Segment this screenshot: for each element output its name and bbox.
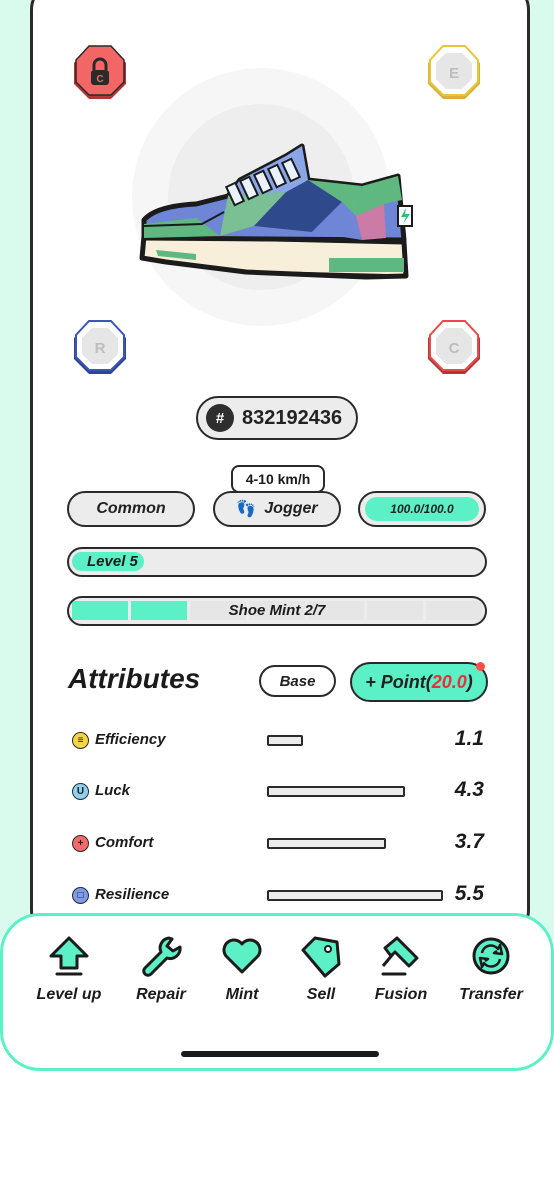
gem-letter: R bbox=[95, 340, 106, 357]
transfer-button[interactable]: Transfer bbox=[443, 934, 539, 1004]
resilience-icon: □ bbox=[72, 887, 89, 904]
action-label: Fusion bbox=[374, 986, 428, 1003]
mint-label: Shoe Mint 2/7 bbox=[228, 602, 326, 619]
sneaker-image bbox=[139, 143, 413, 280]
action-label: Transfer bbox=[459, 986, 523, 1003]
durability-fill: 100.0/100.0 bbox=[365, 497, 479, 521]
attribute-name: Efficiency bbox=[95, 731, 166, 748]
level-label: Level 5 bbox=[87, 553, 138, 570]
point-suffix: ) bbox=[466, 671, 473, 692]
attribute-bar bbox=[267, 890, 443, 901]
shoe-type-badge: 👣 Jogger bbox=[213, 491, 341, 527]
attribute-value: 5.5 bbox=[454, 882, 484, 905]
gem-socket-bottom-right[interactable]: C bbox=[426, 320, 482, 376]
attribute-value: 4.3 bbox=[454, 778, 484, 801]
attribute-row-resilience: □ Resilience 5.5 bbox=[72, 882, 492, 908]
speed-range-tag: 4-10 km/h bbox=[231, 465, 325, 493]
attribute-name: Comfort bbox=[95, 834, 154, 851]
attribute-bar bbox=[267, 786, 405, 797]
lock-icon: C bbox=[74, 45, 126, 99]
gem-socket-icon: R bbox=[74, 320, 126, 374]
attribute-row-efficiency: ≡ Efficiency 1.1 bbox=[72, 727, 492, 753]
gem-socket-bottom-left[interactable]: R bbox=[72, 320, 128, 376]
durability-bar: 100.0/100.0 bbox=[358, 491, 486, 527]
home-indicator bbox=[181, 1051, 379, 1057]
attribute-value: 3.7 bbox=[454, 830, 484, 853]
shoe-id-badge: # 832192436 bbox=[196, 396, 358, 440]
gem-socket-icon: C bbox=[428, 320, 480, 374]
fusion-button[interactable]: Fusion bbox=[353, 934, 449, 1004]
action-label: Level up bbox=[36, 986, 102, 1003]
point-value: 20.0 bbox=[431, 671, 467, 692]
price-tag-icon bbox=[301, 936, 341, 978]
attribute-bar bbox=[267, 735, 303, 746]
gem-socket-top-right[interactable]: E bbox=[426, 45, 482, 101]
add-point-button[interactable]: + Point(20.0) bbox=[350, 662, 488, 702]
rarity-badge: Common bbox=[67, 491, 195, 527]
footprints-icon: 👣 bbox=[236, 501, 257, 518]
luck-icon: U bbox=[72, 783, 89, 800]
hammer-icon bbox=[381, 936, 419, 976]
level-up-button[interactable]: Level up bbox=[21, 934, 117, 1004]
gem-letter: C bbox=[96, 74, 103, 85]
attribute-bar bbox=[267, 838, 386, 849]
shoe-type-label: Jogger bbox=[264, 500, 318, 517]
mint-progress-bar: Shoe Mint 2/7 bbox=[67, 596, 487, 626]
transfer-arrows-icon bbox=[472, 937, 510, 975]
action-bar: Level up Repair Mint Sell Fusion Transfe… bbox=[0, 913, 554, 1071]
attribute-name: Luck bbox=[95, 782, 131, 799]
level-progress-bar: Level 5 bbox=[67, 547, 487, 577]
hash-icon: # bbox=[206, 404, 234, 432]
attribute-name: Resilience bbox=[95, 886, 170, 903]
shoe-id: 832192436 bbox=[242, 406, 343, 429]
attributes-title: Attributes bbox=[68, 663, 201, 694]
level-up-arrow-icon bbox=[49, 936, 89, 976]
gem-socket-icon: E bbox=[428, 45, 480, 99]
heart-icon bbox=[222, 938, 262, 974]
notification-dot bbox=[476, 662, 485, 671]
gem-letter: E bbox=[449, 65, 459, 82]
point-prefix: + Point( bbox=[365, 671, 432, 692]
gem-socket-top-left[interactable]: C bbox=[72, 45, 128, 101]
attribute-row-comfort: + Comfort 3.7 bbox=[72, 830, 492, 856]
comfort-icon: + bbox=[72, 835, 89, 852]
wrench-icon bbox=[142, 936, 182, 977]
attribute-row-luck: U Luck 4.3 bbox=[72, 778, 492, 804]
base-button[interactable]: Base bbox=[259, 665, 336, 697]
gem-letter: C bbox=[449, 340, 460, 357]
efficiency-icon: ≡ bbox=[72, 732, 89, 749]
durability-value: 100.0/100.0 bbox=[390, 502, 454, 516]
attribute-value: 1.1 bbox=[454, 727, 484, 750]
